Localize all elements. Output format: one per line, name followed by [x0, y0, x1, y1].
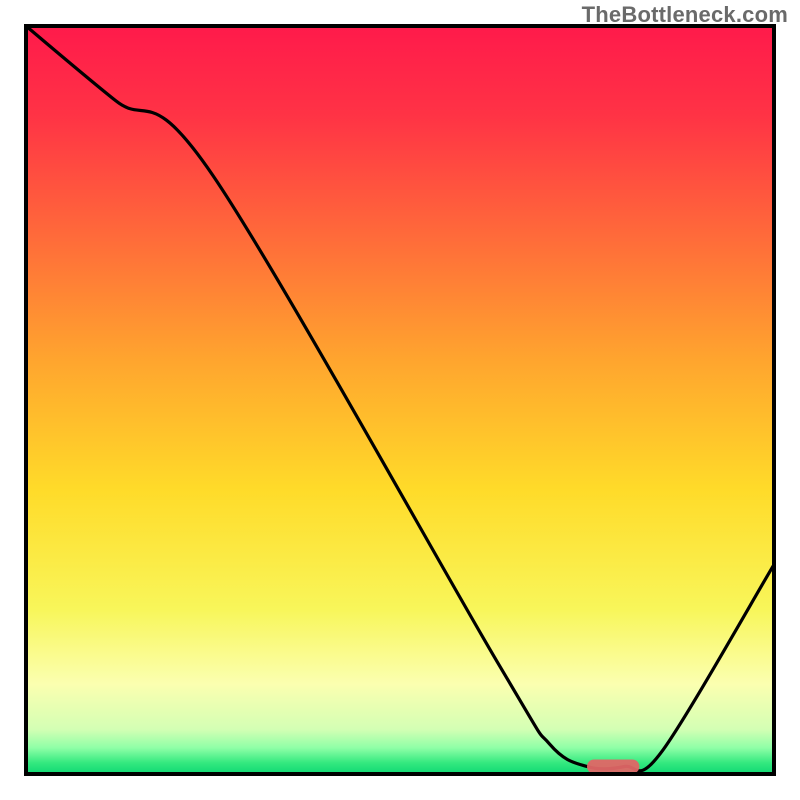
chart-container: TheBottleneck.com [0, 0, 800, 800]
watermark-text: TheBottleneck.com [582, 2, 788, 28]
optimal-marker [587, 760, 639, 774]
plot-background [26, 26, 774, 774]
bottleneck-chart [0, 0, 800, 800]
